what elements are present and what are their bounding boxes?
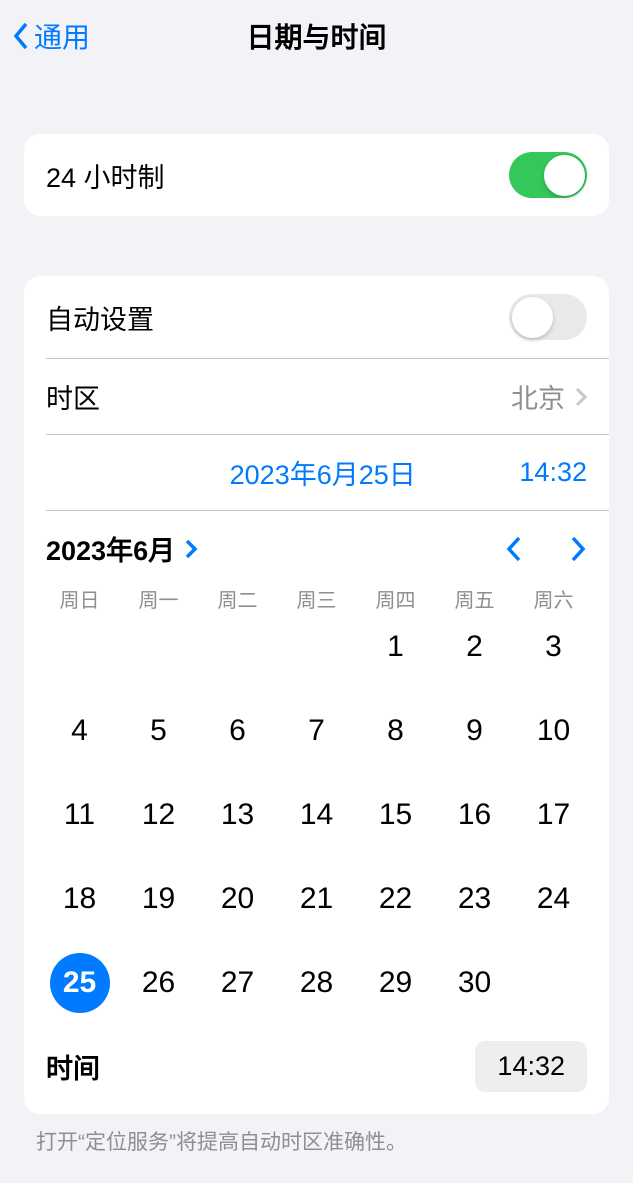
calendar-day[interactable]: 18 [40,869,119,929]
weekday-label: 周六 [514,584,593,613]
calendar-day[interactable]: 27 [198,953,277,1013]
calendar-day[interactable]: 28 [277,953,356,1013]
date-time-summary: 2023年6月25日 14:32 [24,435,609,510]
weekday-label: 周日 [40,584,119,613]
calendar-day[interactable]: 29 [356,953,435,1013]
calendar-empty [40,617,119,677]
calendar-day[interactable]: 2 [435,617,514,677]
prev-month-button[interactable] [505,535,523,563]
calendar-day[interactable]: 13 [198,785,277,845]
calendar-day[interactable]: 15 [356,785,435,845]
calendar-day[interactable]: 23 [435,869,514,929]
calendar-day[interactable]: 16 [435,785,514,845]
row-auto-set: 自动设置 [24,276,609,358]
calendar-day[interactable]: 6 [198,701,277,761]
group-datetime: 自动设置 时区 北京 2023年6月25日 14:32 2023年6月 [24,276,609,1114]
calendar-day[interactable]: 11 [40,785,119,845]
summary-time[interactable]: 14:32 [519,457,587,488]
value-timezone: 北京 [511,377,587,416]
calendar-day[interactable]: 8 [356,701,435,761]
calendar-day[interactable]: 3 [514,617,593,677]
timezone-text: 北京 [511,377,565,416]
time-picker[interactable]: 14:32 [475,1041,587,1092]
calendar-day[interactable]: 12 [119,785,198,845]
calendar-empty [198,617,277,677]
calendar-day[interactable]: 30 [435,953,514,1013]
calendar-day[interactable]: 5 [119,701,198,761]
calendar-day[interactable]: 4 [40,701,119,761]
back-chevron-icon [12,21,30,51]
month-nav [505,535,587,563]
calendar-day[interactable]: 9 [435,701,514,761]
chevron-right-icon [185,539,197,559]
calendar-day[interactable]: 20 [198,869,277,929]
weekday-label: 周一 [119,584,198,613]
footer-note: 打开“定位服务”将提高自动时区准确性。 [0,1114,633,1168]
label-timezone: 时区 [46,377,100,416]
row-timezone[interactable]: 时区 北京 [24,359,609,434]
calendar-day[interactable]: 21 [277,869,356,929]
label-auto-set: 自动设置 [46,298,154,337]
calendar-grid: 1234567891011121314151617181920212223242… [24,617,609,1031]
back-button[interactable]: 通用 [12,16,90,56]
calendar-day[interactable]: 26 [119,953,198,1013]
toggle-knob [544,155,585,196]
calendar-day[interactable]: 14 [277,785,356,845]
calendar-day[interactable]: 10 [514,701,593,761]
calendar-day[interactable]: 17 [514,785,593,845]
weekday-label: 周二 [198,584,277,613]
header: 通用 日期与时间 [0,0,633,72]
back-label: 通用 [34,16,90,56]
toggle-knob [512,297,553,338]
calendar-day[interactable]: 24 [514,869,593,929]
calendar-empty [119,617,198,677]
group-24hour: 24 小时制 [24,134,609,216]
time-row: 时间 14:32 [24,1031,609,1114]
next-month-button[interactable] [569,535,587,563]
summary-date[interactable]: 2023年6月25日 [150,453,416,492]
calendar-day[interactable]: 1 [356,617,435,677]
calendar-day[interactable]: 25 [40,953,119,1013]
calendar-day[interactable]: 19 [119,869,198,929]
label-24hour: 24 小时制 [46,156,165,195]
page-title: 日期与时间 [16,16,617,56]
toggle-24hour[interactable] [509,152,587,198]
toggle-auto-set[interactable] [509,294,587,340]
weekday-header: 周日周一周二周三周四周五周六 [24,578,609,617]
month-label-text: 2023年6月 [46,529,175,568]
chevron-right-icon [575,387,587,407]
calendar-day[interactable]: 22 [356,869,435,929]
weekday-label: 周三 [277,584,356,613]
month-picker[interactable]: 2023年6月 [46,529,197,568]
time-label: 时间 [46,1047,100,1086]
calendar-day[interactable]: 7 [277,701,356,761]
row-24hour: 24 小时制 [24,134,609,216]
weekday-label: 周五 [435,584,514,613]
weekday-label: 周四 [356,584,435,613]
calendar-empty [277,617,356,677]
month-header: 2023年6月 [24,511,609,578]
